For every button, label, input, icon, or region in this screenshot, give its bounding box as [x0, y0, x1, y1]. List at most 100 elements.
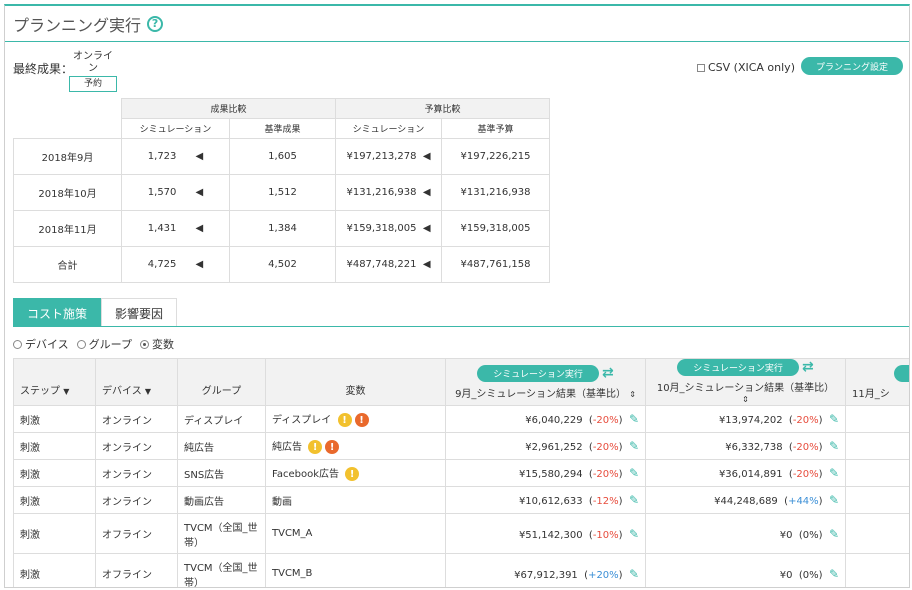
filter-icon[interactable]: ▼ — [145, 387, 151, 396]
simulation-table-scroll[interactable]: ステップ ▼ デバイス ▼ グループ 変数 シミュレーション実行 ⇄ 9月_シミ… — [13, 358, 909, 587]
tab-bar: コスト施策 影響要因 — [13, 298, 178, 327]
compare-arrow-icon: ◀ — [195, 151, 204, 162]
summary-header: シミュレーション — [335, 118, 442, 139]
edit-icon[interactable]: ✎ — [829, 493, 839, 507]
filter-icon[interactable]: ▼ — [63, 387, 69, 396]
cell-sept: ¥10,612,633 (-12%) ✎ — [445, 486, 646, 514]
help-icon[interactable]: ? — [147, 15, 164, 32]
summary-header: 基準成果 — [229, 118, 336, 139]
result-yoyaku-option[interactable]: 予約 — [69, 76, 117, 92]
cell-nov — [845, 459, 909, 487]
page-header: プランニング実行 ? — [5, 6, 909, 42]
alert-icon[interactable]: ! — [354, 413, 369, 428]
table-row: 刺激 オンライン SNS広告 Facebook広告 ! ¥15,580,294 … — [13, 459, 909, 487]
edit-icon[interactable]: ✎ — [629, 527, 639, 541]
radio-variable-circle[interactable] — [140, 339, 150, 349]
planning-panel: プランニング実行 ? 最終成果： オンライン 予約 CSV (XICA only… — [4, 4, 910, 588]
cell-group: 純広告 — [177, 432, 266, 460]
cell-sept: ¥67,912,391 (+20%) ✎ — [445, 553, 646, 587]
summary-cell: 1,723 ◀ — [121, 138, 230, 175]
header-step[interactable]: ステップ ▼ — [13, 358, 96, 406]
radio-group-circle[interactable] — [76, 339, 86, 349]
edit-icon[interactable]: ✎ — [829, 567, 839, 581]
summary-cell: 1,384 — [229, 210, 336, 247]
edit-icon[interactable]: ✎ — [829, 527, 839, 541]
summary-header: シミュレーション — [121, 118, 230, 139]
table-row: 刺激 オフライン TVCM（全国_世帯） TVCM_A ¥51,142,300 … — [13, 513, 909, 554]
compare-arrow-icon: ◀ — [422, 223, 431, 234]
summary-cell: ¥159,318,005 ◀ — [335, 210, 442, 247]
cell-variable: 動画 — [265, 486, 446, 514]
summary-cell: 1,512 — [229, 174, 336, 211]
compare-arrow-icon: ◀ — [195, 259, 204, 270]
swap-icon[interactable]: ⇄ — [602, 365, 614, 381]
csv-option[interactable]: CSV (XICA only) — [696, 61, 795, 74]
edit-icon[interactable]: ✎ — [629, 412, 639, 426]
sept-simulation-button[interactable]: シミュレーション実行 — [477, 364, 599, 382]
oct-simulation-button[interactable]: シミュレーション実行 — [677, 359, 799, 376]
summary-row: 2018年9月 1,723 ◀ 1,605 ¥197,213,278 ◀ ¥19… — [13, 138, 550, 175]
compare-arrow-icon: ◀ — [422, 187, 431, 198]
planning-settings-button[interactable]: プランニング設定 — [801, 57, 903, 75]
edit-icon[interactable]: ✎ — [829, 412, 839, 426]
summary-cell: 1,570 ◀ — [121, 174, 230, 211]
nov-simulation-button[interactable]: シ — [894, 364, 909, 382]
radio-group[interactable]: グループ — [76, 336, 132, 352]
tab-cost-measures[interactable]: コスト施策 — [13, 298, 102, 327]
cell-oct: ¥0 (0%) ✎ — [645, 513, 846, 554]
edit-icon[interactable]: ✎ — [829, 439, 839, 453]
summary-row: 合計 4,725 ◀ 4,502 ¥487,748,221 ◀ ¥487,761… — [13, 246, 550, 283]
summary-row: 2018年10月 1,570 ◀ 1,512 ¥131,216,938 ◀ ¥1… — [13, 174, 550, 211]
summary-cell: ¥197,226,215 — [441, 138, 550, 175]
compare-arrow-icon: ◀ — [195, 223, 204, 234]
cell-sept: ¥51,142,300 (-10%) ✎ — [445, 513, 646, 554]
cell-oct: ¥44,248,689 (+44%) ✎ — [645, 486, 846, 514]
summary-row-label: 2018年10月 — [13, 174, 122, 211]
alert-icon[interactable]: ! — [325, 440, 340, 455]
cell-device: オンライン — [95, 405, 178, 433]
edit-icon[interactable]: ✎ — [829, 466, 839, 480]
cell-device: オンライン — [95, 459, 178, 487]
cell-group: TVCM（全国_世帯） — [177, 513, 266, 554]
edit-icon[interactable]: ✎ — [629, 466, 639, 480]
swap-icon[interactable]: ⇄ — [802, 359, 814, 375]
table-row: 刺激 オンライン 純広告 純広告 !! ¥2,961,252 (-20%) ✎ … — [13, 432, 909, 460]
table-row: 刺激 オンライン ディスプレイ ディスプレイ !! ¥6,040,229 (-2… — [13, 405, 909, 433]
cell-step: 刺激 — [13, 486, 96, 514]
summary-row: 2018年11月 1,431 ◀ 1,384 ¥159,318,005 ◀ ¥1… — [13, 210, 550, 247]
radio-variable[interactable]: 変数 — [140, 336, 174, 352]
radio-device[interactable]: デバイス — [13, 336, 69, 352]
cell-nov — [845, 486, 909, 514]
result-online-label: オンライン — [73, 51, 113, 74]
summary-cell: ¥197,213,278 ◀ — [335, 138, 442, 175]
sort-icon[interactable]: ⇕ — [629, 390, 636, 399]
sort-icon[interactable]: ⇕ — [742, 395, 749, 404]
edit-icon[interactable]: ✎ — [629, 493, 639, 507]
cell-oct: ¥36,014,891 (-20%) ✎ — [645, 459, 846, 487]
header-sept: シミュレーション実行 ⇄ 9月_シミュレーション結果（基準比） ⇕ — [445, 358, 646, 406]
cell-oct: ¥0 (0%) ✎ — [645, 553, 846, 587]
radio-device-circle[interactable] — [13, 339, 22, 349]
edit-icon[interactable]: ✎ — [629, 567, 639, 581]
summary-cell: 4,725 ◀ — [121, 246, 230, 283]
cell-group: ディスプレイ — [177, 405, 266, 433]
compare-arrow-icon: ◀ — [422, 259, 431, 270]
cell-group: 動画広告 — [177, 486, 266, 514]
tab-influence-factors[interactable]: 影響要因 — [101, 298, 178, 327]
edit-icon[interactable]: ✎ — [629, 439, 639, 453]
warning-icon[interactable]: ! — [308, 440, 323, 455]
cell-nov — [845, 405, 909, 433]
cell-sept: ¥6,040,229 (-20%) ✎ — [445, 405, 646, 433]
cell-nov — [845, 513, 909, 554]
cell-device: オンライン — [95, 486, 178, 514]
warning-icon[interactable]: ! — [337, 413, 352, 428]
cell-step: 刺激 — [13, 553, 96, 587]
cell-nov — [845, 553, 909, 587]
header-device[interactable]: デバイス ▼ — [95, 358, 178, 406]
warning-icon[interactable]: ! — [345, 467, 360, 482]
view-radio-group: デバイス グループ 変数 — [13, 336, 174, 352]
csv-checkbox[interactable] — [696, 63, 705, 72]
cell-variable: Facebook広告 ! — [265, 459, 446, 487]
cell-variable: ディスプレイ !! — [265, 405, 446, 433]
final-result-selector[interactable]: オンライン 予約 — [69, 51, 117, 92]
